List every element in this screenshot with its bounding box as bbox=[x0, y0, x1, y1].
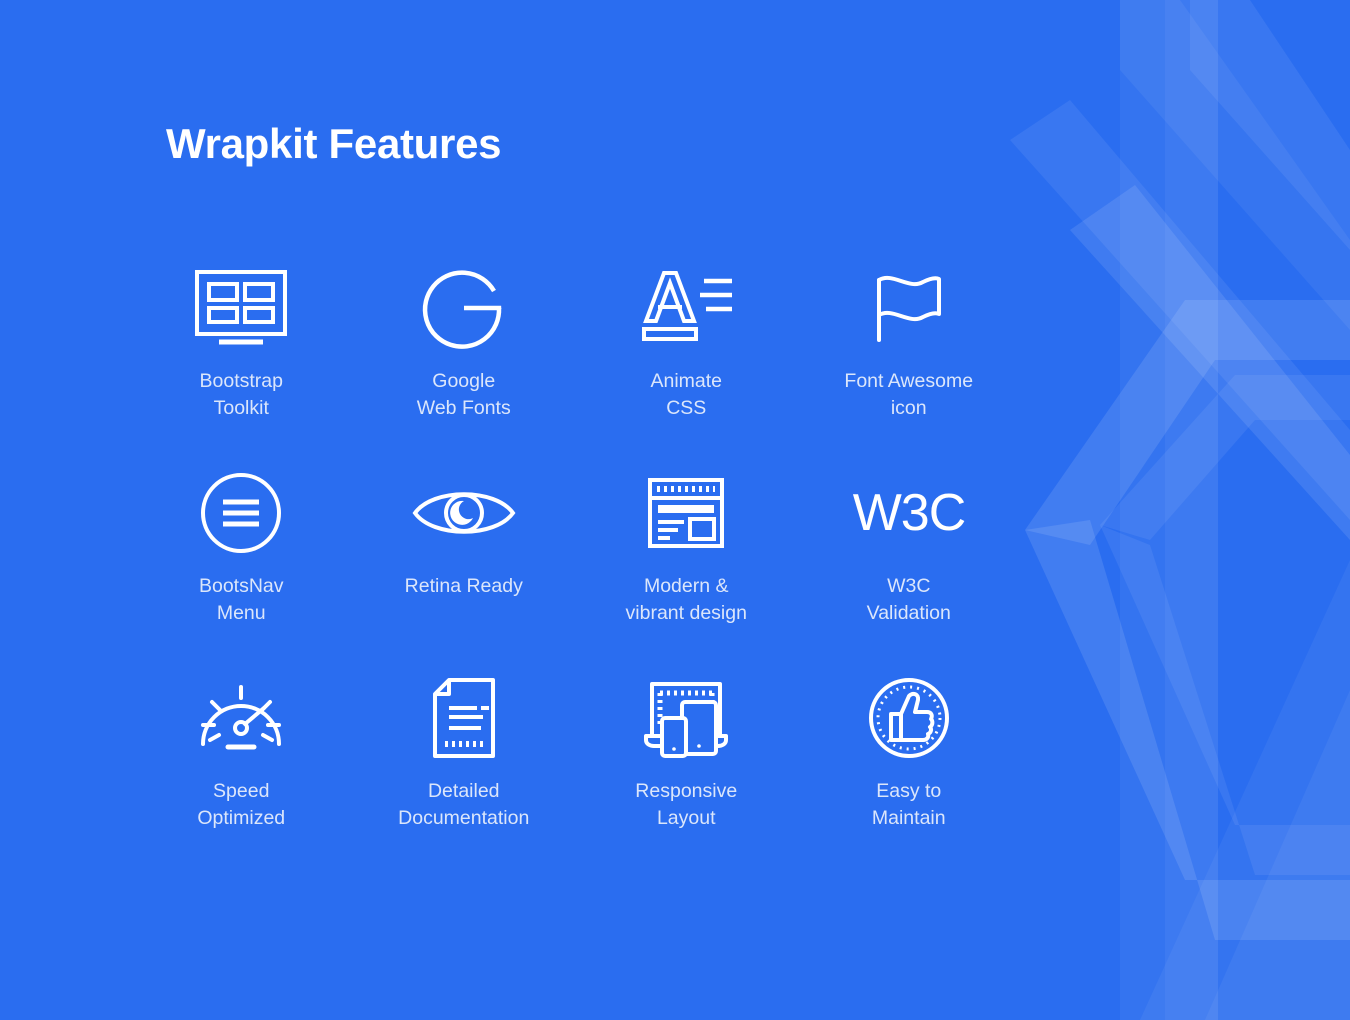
feature-label: Speed Optimized bbox=[197, 780, 286, 829]
document-page-icon bbox=[431, 672, 497, 764]
svg-text:W3C: W3C bbox=[852, 484, 965, 542]
google-g-icon bbox=[421, 262, 507, 354]
feature-label: BootsNav Menu bbox=[198, 575, 284, 624]
feature-label: Responsive Layout bbox=[635, 780, 738, 829]
feature-item-bootstrap-toolkit[interactable]: Bootstrap Toolkit bbox=[130, 262, 353, 467]
feature-item-detailed-documentation[interactable]: Detailed Documentation bbox=[353, 672, 576, 877]
feature-label: Animate CSS bbox=[650, 370, 723, 419]
hamburger-menu-circle-icon bbox=[199, 467, 283, 559]
responsive-devices-icon bbox=[642, 672, 730, 764]
feature-item-w3c-validation[interactable]: W3C W3C Validation bbox=[798, 467, 1021, 672]
feature-item-modern-vibrant-design[interactable]: Modern & vibrant design bbox=[575, 467, 798, 672]
w3c-logo-icon: W3C bbox=[849, 467, 969, 559]
feature-label: Font Awesome icon bbox=[844, 370, 974, 419]
thumbs-up-circle-icon bbox=[867, 672, 951, 764]
feature-label: Google Web Fonts bbox=[416, 370, 511, 419]
feature-label: Modern & vibrant design bbox=[625, 575, 747, 624]
browser-window-icon bbox=[646, 467, 726, 559]
feature-item-speed-optimized[interactable]: Speed Optimized bbox=[130, 672, 353, 877]
speedometer-icon bbox=[198, 672, 284, 764]
feature-label: Bootstrap Toolkit bbox=[199, 370, 283, 419]
feature-label: Detailed Documentation bbox=[398, 780, 530, 829]
eye-icon bbox=[411, 467, 517, 559]
flag-icon bbox=[871, 262, 947, 354]
feature-grid: Bootstrap Toolkit Google Web Fonts Anima… bbox=[130, 262, 1020, 877]
feature-item-bootsnav-menu[interactable]: BootsNav Menu bbox=[130, 467, 353, 672]
feature-slide: Wrapkit Features Bootstrap Toolkit Googl… bbox=[0, 0, 1350, 1020]
feature-item-animate-css[interactable]: Animate CSS bbox=[575, 262, 798, 467]
feature-item-retina-ready[interactable]: Retina Ready bbox=[353, 467, 576, 672]
feature-label: Easy to Maintain bbox=[871, 780, 946, 829]
feature-item-easy-to-maintain[interactable]: Easy to Maintain bbox=[798, 672, 1021, 877]
feature-label: Retina Ready bbox=[404, 575, 523, 597]
animate-letter-a-icon bbox=[636, 262, 736, 354]
feature-label: W3C Validation bbox=[866, 575, 951, 624]
bootstrap-screen-grid-icon bbox=[193, 262, 289, 354]
feature-item-font-awesome-icon[interactable]: Font Awesome icon bbox=[798, 262, 1021, 467]
page-title: Wrapkit Features bbox=[166, 120, 502, 167]
feature-item-responsive-layout[interactable]: Responsive Layout bbox=[575, 672, 798, 877]
feature-item-google-web-fonts[interactable]: Google Web Fonts bbox=[353, 262, 576, 467]
